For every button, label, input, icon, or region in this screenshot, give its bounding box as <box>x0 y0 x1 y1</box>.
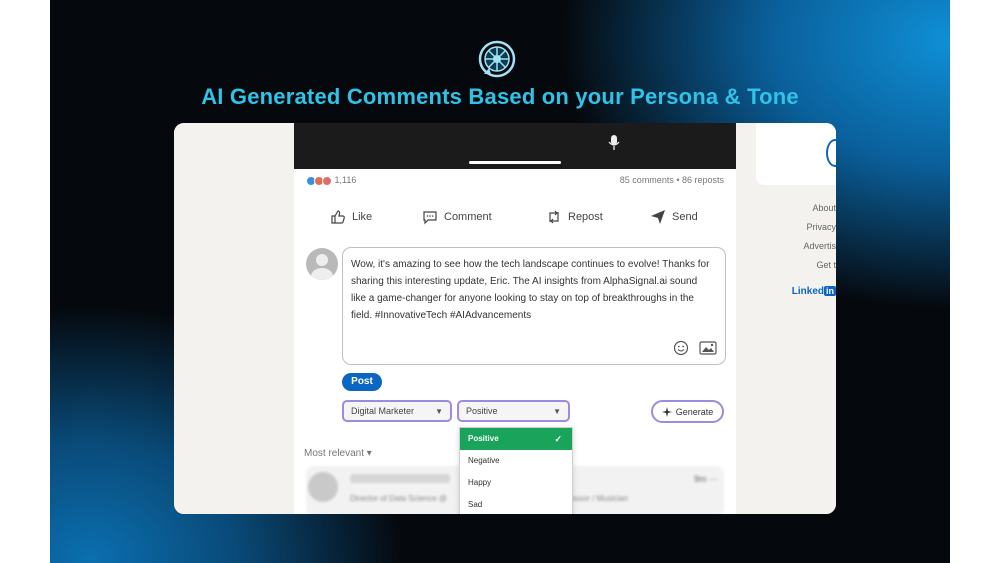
sort-comments-dropdown[interactable]: Most relevant ▾ <box>304 448 372 459</box>
like-label: Like <box>352 211 373 223</box>
persona-select[interactable]: Digital Marketer ▼ <box>342 400 452 422</box>
commenter-headline: Director of Data Science @ <box>350 494 448 503</box>
right-sidebar: About Privacy Advertis Get t Linked in <box>736 123 836 514</box>
linkedin-in-icon: in <box>824 286 836 296</box>
post-actions: Like Comment Repost Send <box>294 209 736 231</box>
comment-box-icons <box>673 340 717 356</box>
commenter-name <box>350 474 450 483</box>
tone-option-happy[interactable]: Happy <box>460 472 572 494</box>
thumbs-up-icon <box>331 210 345 224</box>
footer-link-about[interactable]: About <box>812 203 836 213</box>
reaction-summary[interactable]: 1,116 <box>306 175 356 186</box>
repost-label: Repost <box>568 211 603 223</box>
comment-input-box[interactable]: Wow, it's amazing to see how the tech la… <box>342 247 726 365</box>
comment-button[interactable]: Comment <box>422 209 492 225</box>
footer-link-get-app[interactable]: Get t <box>816 260 836 270</box>
footer-link-privacy[interactable]: Privacy <box>806 222 836 232</box>
tone-option-label: Positive <box>468 434 499 443</box>
comments-reposts-count[interactable]: 85 comments • 86 reposts <box>620 175 724 185</box>
linkedin-logo: Linked in <box>792 286 836 297</box>
tone-option-label: Negative <box>468 456 500 465</box>
image-icon[interactable] <box>699 340 717 356</box>
profile-card <box>756 123 836 185</box>
reaction-icons <box>306 175 332 186</box>
comment-time[interactable]: 9m ··· <box>694 474 718 484</box>
profile-ring-icon <box>826 139 836 167</box>
feed-post: 1,116 85 comments • 86 reposts Like Comm… <box>294 123 736 514</box>
reaction-count: 1,116 <box>334 175 357 185</box>
persona-value: Digital Marketer <box>351 406 415 416</box>
tone-select[interactable]: Positive ▼ <box>457 400 570 422</box>
chevron-down-icon: ▼ <box>435 406 443 416</box>
commenter-avatar <box>308 472 338 502</box>
video-player[interactable] <box>294 123 736 169</box>
send-icon <box>651 210 665 224</box>
tone-value: Positive <box>466 406 498 416</box>
user-avatar[interactable] <box>306 248 338 280</box>
post-button[interactable]: Post <box>342 373 382 391</box>
comment-label: Comment <box>444 211 492 223</box>
left-gutter <box>174 123 294 514</box>
comment-icon <box>423 211 437 225</box>
generate-label: Generate <box>675 406 714 417</box>
send-button[interactable]: Send <box>650 209 698 225</box>
generate-button[interactable]: Generate <box>651 400 724 423</box>
banner-headline: AI Generated Comments Based on your Pers… <box>201 84 799 109</box>
microphone-icon[interactable] <box>608 135 620 151</box>
chevron-down-icon: ▼ <box>553 406 561 416</box>
repost-icon <box>549 210 559 224</box>
video-progress-bar[interactable] <box>469 161 561 164</box>
commenter-headline-right: fessor / Musician <box>568 494 629 503</box>
linkedin-brand-text: Linked <box>791 286 824 297</box>
sparkle-icon <box>661 406 672 417</box>
tone-option-label: Sad <box>468 500 483 509</box>
tone-dropdown-menu: Positive ✓ Negative Happy Sad <box>459 427 573 514</box>
linkedin-screenshot: About Privacy Advertis Get t Linked in 1… <box>174 123 836 514</box>
generated-comment-text[interactable]: Wow, it's amazing to see how the tech la… <box>351 256 711 324</box>
checkmark-icon: ✓ <box>554 434 562 444</box>
love-reaction-icon <box>322 175 332 186</box>
like-button[interactable]: Like <box>330 209 372 225</box>
tone-option-sad[interactable]: Sad <box>460 494 572 514</box>
tone-option-negative[interactable]: Negative <box>460 450 572 472</box>
avatar-body <box>311 268 333 280</box>
footer-link-advertising[interactable]: Advertis <box>803 241 836 251</box>
robot-aperture-logo-icon <box>478 40 516 78</box>
tone-option-positive[interactable]: Positive ✓ <box>460 428 572 450</box>
promo-banner: AI Generated Comments Based on your Pers… <box>50 0 950 563</box>
tone-option-label: Happy <box>468 478 492 487</box>
repost-button[interactable]: Repost <box>546 209 603 225</box>
avatar-head <box>316 254 328 266</box>
emoji-icon[interactable] <box>673 340 689 356</box>
send-label: Send <box>672 211 698 223</box>
